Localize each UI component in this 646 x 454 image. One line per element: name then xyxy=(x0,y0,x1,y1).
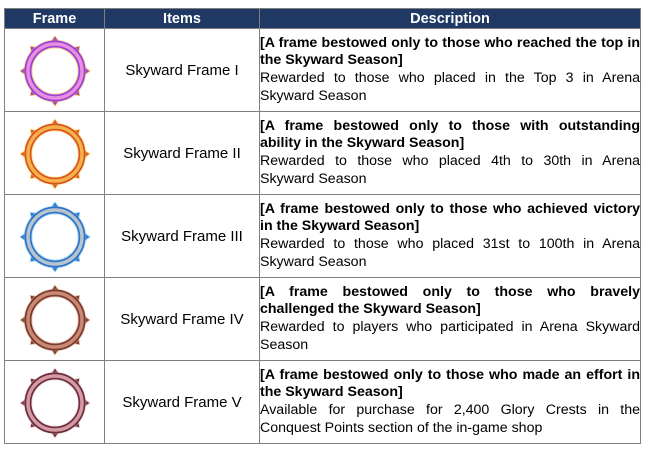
description-text: Rewarded to those who placed 4th to 30th… xyxy=(260,153,640,187)
skyward-frames-table: Frame Items Description Skyward Frame I … xyxy=(4,8,641,444)
frame-cell xyxy=(4,111,105,195)
skyward-frame-4-icon xyxy=(18,284,91,356)
table-row: Skyward Frame IV [A frame bestowed only … xyxy=(4,277,641,361)
description-title: [A frame bestowed only to those who made… xyxy=(260,366,640,401)
skyward-frame-5-icon xyxy=(18,367,91,439)
table-row: Skyward Frame I [A frame bestowed only t… xyxy=(4,28,641,112)
header-description: Description xyxy=(259,8,641,29)
description-cell: [A frame bestowed only to those who made… xyxy=(259,360,641,444)
skyward-frame-1-icon xyxy=(18,35,91,107)
table-row: Skyward Frame II [A frame bestowed only … xyxy=(4,111,641,195)
skyward-frame-3-icon xyxy=(18,201,91,273)
description-cell: [A frame bestowed only to those with out… xyxy=(259,111,641,195)
table-header-row: Frame Items Description xyxy=(4,8,641,29)
description-cell: [A frame bestowed only to those who brav… xyxy=(259,277,641,361)
description-text: Rewarded to those who placed in the Top … xyxy=(260,70,640,104)
description-cell: [A frame bestowed only to those who achi… xyxy=(259,194,641,278)
header-items: Items xyxy=(104,8,260,29)
frame-cell xyxy=(4,194,105,278)
item-name: Skyward Frame I xyxy=(104,28,260,112)
item-name: Skyward Frame V xyxy=(104,360,260,444)
frame-cell xyxy=(4,277,105,361)
description-title: [A frame bestowed only to those who achi… xyxy=(260,200,640,235)
description-text: Rewarded to players who participated in … xyxy=(260,319,640,353)
description-title: [A frame bestowed only to those with out… xyxy=(260,117,640,152)
item-name: Skyward Frame III xyxy=(104,194,260,278)
table-row: Skyward Frame III [A frame bestowed only… xyxy=(4,194,641,278)
description-text: Rewarded to those who placed 31st to 100… xyxy=(260,236,640,270)
description-title: [A frame bestowed only to those who reac… xyxy=(260,34,640,69)
description-title: [A frame bestowed only to those who brav… xyxy=(260,283,640,318)
skyward-frame-2-icon xyxy=(18,118,91,190)
header-frame: Frame xyxy=(4,8,105,29)
frame-cell xyxy=(4,28,105,112)
table-row: Skyward Frame V [A frame bestowed only t… xyxy=(4,360,641,444)
frame-cell xyxy=(4,360,105,444)
description-cell: [A frame bestowed only to those who reac… xyxy=(259,28,641,112)
item-name: Skyward Frame II xyxy=(104,111,260,195)
description-text: Available for purchase for 2,400 Glory C… xyxy=(260,402,640,436)
item-name: Skyward Frame IV xyxy=(104,277,260,361)
